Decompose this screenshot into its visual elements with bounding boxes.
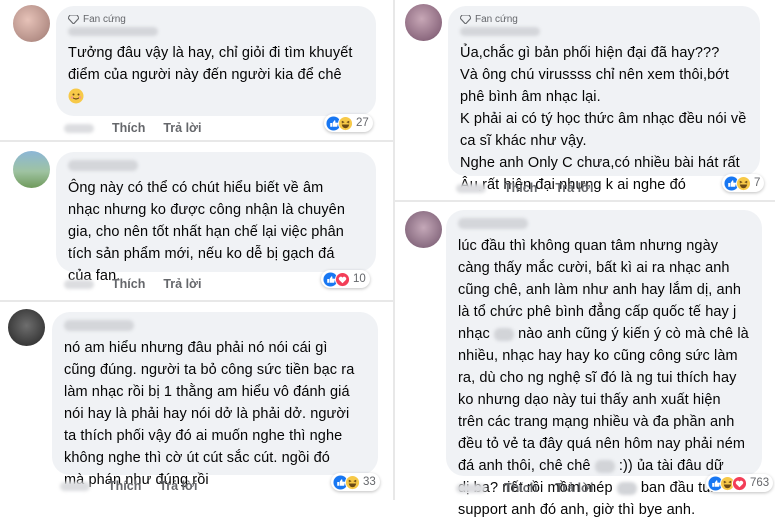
row-divider bbox=[0, 140, 393, 142]
reaction-summary[interactable]: 10 bbox=[321, 270, 370, 288]
comment-text: Ông này có thể có chút hiểu biết về âm n… bbox=[68, 180, 345, 284]
haha-icon bbox=[338, 115, 353, 131]
reaction-count: 10 bbox=[353, 273, 366, 285]
like-button[interactable]: Thích bbox=[504, 181, 537, 195]
reaction-summary[interactable]: 7 bbox=[722, 174, 765, 192]
like-button[interactable]: Thích bbox=[112, 121, 145, 135]
timestamp[interactable] bbox=[60, 481, 90, 491]
smiling-face-icon bbox=[68, 88, 84, 104]
comment-actions: Thích Trả lời bbox=[456, 181, 593, 195]
avatar[interactable] bbox=[405, 4, 442, 41]
comment-bubble: Fan cứng Ủa,chắc gì bản phối hiện đại đã… bbox=[448, 6, 760, 193]
fan-badge: Fan cứng bbox=[460, 14, 748, 25]
haha-icon bbox=[736, 175, 751, 191]
avatar[interactable] bbox=[13, 151, 50, 188]
diamond-icon bbox=[460, 15, 471, 24]
redacted-text bbox=[493, 327, 514, 341]
reply-button[interactable]: Trả lời bbox=[163, 121, 201, 135]
row-divider bbox=[395, 200, 775, 202]
reaction-count: 33 bbox=[363, 476, 376, 488]
badge-label: Fan cứng bbox=[475, 14, 518, 25]
author-name[interactable] bbox=[68, 27, 158, 36]
timestamp[interactable] bbox=[64, 123, 94, 133]
column-divider bbox=[393, 0, 395, 500]
reaction-count: 7 bbox=[754, 177, 761, 189]
row-divider bbox=[0, 300, 393, 302]
timestamp[interactable] bbox=[456, 183, 486, 193]
badge-label: Fan cứng bbox=[83, 14, 126, 25]
comment-actions: Thích Trả lời bbox=[64, 121, 201, 135]
fan-badge: Fan cứng bbox=[68, 14, 364, 25]
comment-actions: Thích Trả lời bbox=[60, 479, 197, 493]
redacted-text bbox=[616, 481, 637, 495]
author-name[interactable] bbox=[460, 27, 540, 36]
love-icon bbox=[335, 271, 350, 287]
author-name[interactable] bbox=[68, 160, 138, 171]
reply-button[interactable]: Trả lời bbox=[555, 481, 593, 495]
like-button[interactable]: Thích bbox=[112, 277, 145, 291]
comment-bubble: Fan cứng Tưởng đâu vậy là hay, chỉ giỏi … bbox=[56, 6, 376, 116]
author-name[interactable] bbox=[458, 218, 528, 229]
reaction-summary[interactable]: 763 bbox=[706, 474, 774, 492]
author-name[interactable] bbox=[64, 320, 134, 331]
reaction-count: 27 bbox=[356, 117, 369, 129]
comment-text: nó am hiểu nhưng đâu phải nó nói cái gì … bbox=[64, 340, 355, 488]
comment-bubble: lúc đầu thì không quan tâm nhưng ngày cà… bbox=[446, 210, 762, 518]
timestamp[interactable] bbox=[64, 279, 94, 289]
love-icon bbox=[732, 475, 747, 491]
comment-text: Tưởng đâu vậy là hay, chỉ giỏi đi tìm kh… bbox=[68, 45, 353, 83]
comment-bubble: Ông này có thể có chút hiểu biết về âm n… bbox=[56, 152, 376, 284]
diamond-icon bbox=[68, 15, 79, 24]
reaction-summary[interactable]: 33 bbox=[331, 473, 380, 491]
like-button[interactable]: Thích bbox=[504, 481, 537, 495]
haha-icon bbox=[345, 474, 360, 490]
redacted-text bbox=[594, 459, 615, 473]
like-button[interactable]: Thích bbox=[108, 479, 141, 493]
reaction-count: 763 bbox=[750, 477, 770, 489]
reply-button[interactable]: Trả lời bbox=[555, 181, 593, 195]
timestamp[interactable] bbox=[456, 483, 486, 493]
avatar[interactable] bbox=[405, 211, 442, 248]
comment-actions: Thích Trả lời bbox=[456, 481, 593, 495]
reply-button[interactable]: Trả lời bbox=[159, 479, 197, 493]
comment-text: Ủa,chắc gì bản phối hiện đại đã hay??? V… bbox=[460, 45, 747, 193]
avatar[interactable] bbox=[13, 5, 50, 42]
reaction-summary[interactable]: 27 bbox=[324, 114, 373, 132]
avatar[interactable] bbox=[8, 309, 45, 346]
reply-button[interactable]: Trả lời bbox=[163, 277, 201, 291]
comment-bubble: nó am hiểu nhưng đâu phải nó nói cái gì … bbox=[52, 312, 378, 488]
comment-actions: Thích Trả lời bbox=[64, 277, 201, 291]
